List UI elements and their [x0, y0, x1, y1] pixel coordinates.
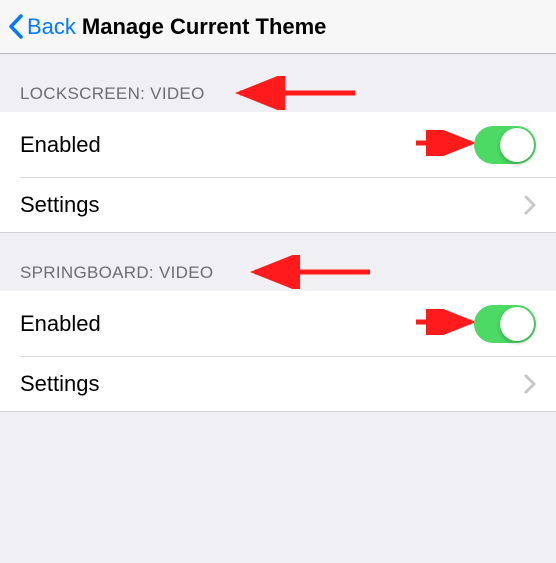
section-header-label: LOCKSCREEN: VIDEO	[20, 84, 205, 103]
nav-bar: Back Manage Current Theme	[0, 0, 556, 54]
chevron-right-icon	[524, 195, 536, 215]
section-springboard-video: SPRINGBOARD: VIDEO Enabled Settin	[0, 233, 556, 412]
row-lockscreen-settings[interactable]: Settings	[0, 178, 556, 233]
back-label: Back	[27, 14, 76, 40]
section-header-lockscreen: LOCKSCREEN: VIDEO	[0, 54, 556, 112]
page-title: Manage Current Theme	[82, 14, 327, 40]
row-label: Enabled	[20, 132, 101, 158]
row-label: Enabled	[20, 311, 101, 337]
toggle-knob-icon	[500, 128, 534, 162]
back-chevron-icon	[8, 14, 24, 39]
annotation-arrow-icon	[411, 130, 481, 156]
row-label: Settings	[20, 192, 100, 218]
section-header-label: SPRINGBOARD: VIDEO	[20, 263, 213, 282]
row-springboard-enabled[interactable]: Enabled	[0, 291, 556, 357]
toggle-springboard-enabled[interactable]	[474, 305, 536, 343]
section-header-springboard: SPRINGBOARD: VIDEO	[0, 233, 556, 291]
row-springboard-settings[interactable]: Settings	[0, 357, 556, 412]
annotation-arrow-icon	[245, 255, 375, 289]
annotation-arrow-icon	[411, 309, 481, 335]
annotation-arrow-icon	[230, 76, 360, 110]
toggle-knob-icon	[500, 307, 534, 341]
chevron-right-icon	[524, 374, 536, 394]
section-lockscreen-video: LOCKSCREEN: VIDEO Enabled Setting	[0, 54, 556, 233]
row-label: Settings	[20, 371, 100, 397]
toggle-lockscreen-enabled[interactable]	[474, 126, 536, 164]
row-lockscreen-enabled[interactable]: Enabled	[0, 112, 556, 178]
back-button[interactable]: Back	[8, 14, 76, 40]
